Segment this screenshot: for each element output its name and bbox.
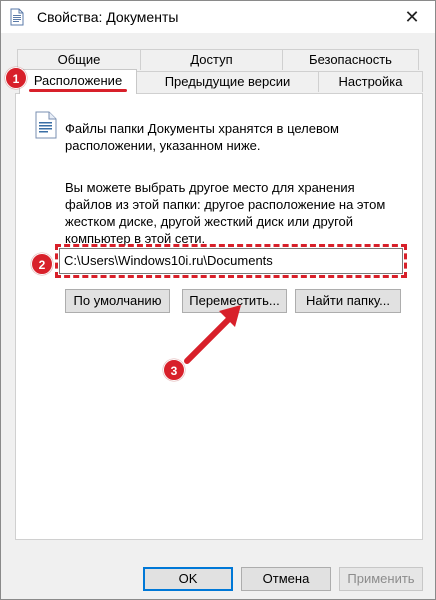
tab-customize[interactable]: Настройка [318, 71, 423, 92]
document-icon [35, 111, 57, 139]
info-line: расположении, указанном ниже. [65, 138, 261, 153]
cancel-button[interactable]: Отмена [241, 567, 331, 591]
close-icon: ✕ [404, 6, 420, 27]
pointer-arrow [184, 305, 241, 364]
title-bar: Свойства: Документы ✕ [1, 1, 435, 33]
find-folder-button[interactable]: Найти папку... [295, 289, 401, 313]
tab-sharing[interactable]: Доступ [140, 49, 283, 70]
description-line: файлов из этой папки: другое расположени… [65, 197, 386, 212]
tab-previous-versions[interactable]: Предыдущие версии [136, 71, 319, 92]
restore-default-button[interactable]: По умолчанию [65, 289, 170, 313]
info-line: Файлы папки Документы хранятся в целевом [65, 121, 339, 136]
step-badge-1: 1 [5, 67, 27, 89]
tab-underline-highlight [29, 89, 127, 92]
tab-security[interactable]: Безопасность [282, 49, 419, 70]
close-button[interactable]: ✕ [389, 1, 435, 33]
description-line: жестком диске, другой жесткий диск или д… [65, 214, 354, 229]
description-line: Вы можете выбрать другое место для хране… [65, 180, 355, 195]
apply-button[interactable]: Применить [339, 567, 423, 591]
properties-window: Свойства: Документы ✕ Общие Доступ Безоп… [0, 0, 436, 600]
ok-button[interactable]: OK [143, 567, 233, 591]
location-description: Вы можете выбрать другое место для хране… [65, 179, 385, 247]
document-icon [10, 8, 24, 26]
tab-general[interactable]: Общие [17, 49, 141, 70]
window-title: Свойства: Документы [37, 9, 179, 25]
step-badge-2: 2 [31, 253, 53, 275]
highlight-box [55, 244, 407, 278]
location-info: Файлы папки Документы хранятся в целевом… [65, 120, 339, 154]
